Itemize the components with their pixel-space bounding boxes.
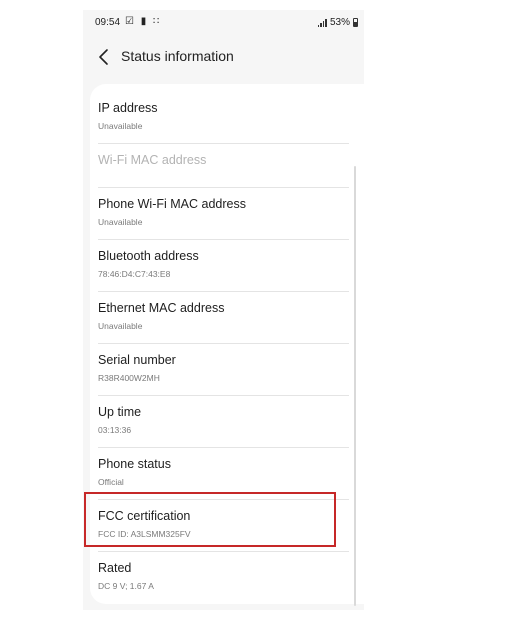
item-value: Unavailable [98,121,143,131]
list-item-phone-wifi-mac-address[interactable]: Phone Wi-Fi MAC address Unavailable [90,188,364,240]
item-value: Official [98,477,124,487]
list-item-rated[interactable]: Rated DC 9 V; 1.67 A [90,552,364,604]
status-left-icons: ☑ ▮ ∷ [125,16,161,27]
item-value: 78:46:D4:C7:43:E8 [98,269,171,279]
status-time: 09:54 [95,17,121,28]
lock-icon: ▮ [140,16,149,27]
item-value: Unavailable [98,217,143,227]
item-value: R38R400W2MH [98,373,160,383]
item-value: 03:13:36 [98,425,132,435]
item-value: Unavailable [98,321,143,331]
list-item-ethernet-mac-address[interactable]: Ethernet MAC address Unavailable [90,292,364,344]
back-arrow-icon[interactable] [97,48,111,66]
battery-percentage: 53% [329,17,350,28]
item-label: IP address [98,101,158,115]
status-right: 53% [317,17,358,28]
list-item-up-time[interactable]: Up time 03:13:36 [90,396,364,448]
item-label: Rated [98,561,132,575]
battery-icon [353,18,358,27]
list-item-bluetooth-address[interactable]: Bluetooth address 78:46:D4:C7:43:E8 [90,240,364,292]
status-bar: 09:54 ☑ ▮ ∷ 53% [83,10,364,36]
notification-icon: ☑ [125,16,136,27]
item-label: Wi-Fi MAC address [98,153,207,167]
scrollbar[interactable] [354,166,356,606]
item-value: DC 9 V; 1.67 A [98,581,154,591]
item-label: Up time [98,405,142,419]
fcc-highlight-box [84,492,336,547]
apps-icon: ∷ [153,16,162,27]
item-label: Bluetooth address [98,249,199,263]
list-item-serial-number[interactable]: Serial number R38R400W2MH [90,344,364,396]
item-label: Phone Wi-Fi MAC address [98,197,246,211]
app-header: Status information [83,40,364,74]
item-label: Ethernet MAC address [98,301,225,315]
item-label: Serial number [98,353,176,367]
signal-icon [317,18,327,27]
list-item-wifi-mac-address: Wi-Fi MAC address [90,144,364,188]
list-item-ip-address[interactable]: IP address Unavailable [90,92,364,144]
page-title: Status information [121,48,234,64]
item-label: Phone status [98,457,171,471]
